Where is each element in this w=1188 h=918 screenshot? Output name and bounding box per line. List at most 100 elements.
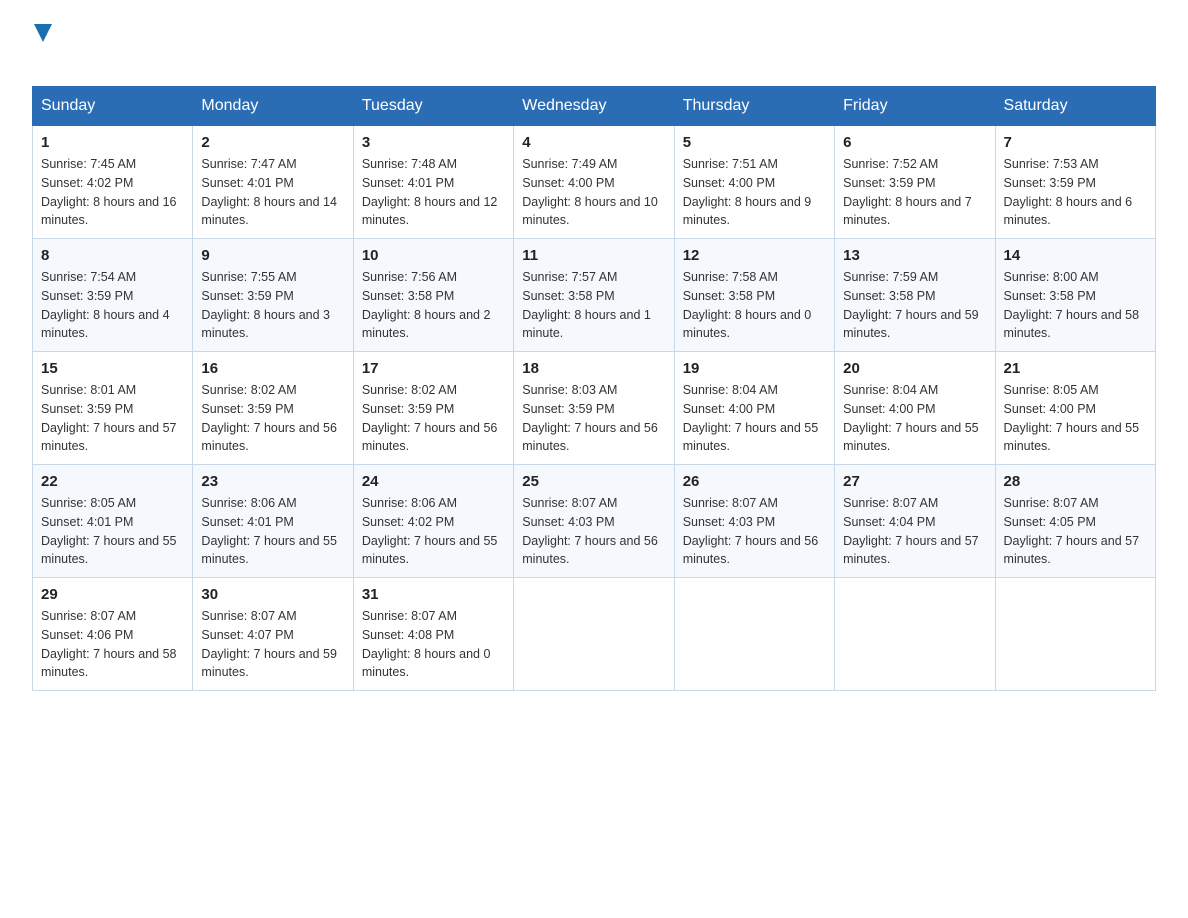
calendar-week-row: 8 Sunrise: 7:54 AM Sunset: 3:59 PM Dayli…: [33, 239, 1156, 352]
calendar-cell: 13 Sunrise: 7:59 AM Sunset: 3:58 PM Dayl…: [835, 239, 995, 352]
day-number: 24: [362, 473, 505, 490]
day-info: Sunrise: 7:52 AM Sunset: 3:59 PM Dayligh…: [843, 155, 986, 230]
day-number: 14: [1004, 247, 1147, 264]
day-number: 2: [201, 134, 344, 151]
day-number: 13: [843, 247, 986, 264]
day-info: Sunrise: 8:02 AM Sunset: 3:59 PM Dayligh…: [362, 381, 505, 456]
calendar-cell: 30 Sunrise: 8:07 AM Sunset: 4:07 PM Dayl…: [193, 578, 353, 691]
day-number: 11: [522, 247, 665, 264]
day-info: Sunrise: 8:03 AM Sunset: 3:59 PM Dayligh…: [522, 381, 665, 456]
day-number: 9: [201, 247, 344, 264]
calendar-cell: 9 Sunrise: 7:55 AM Sunset: 3:59 PM Dayli…: [193, 239, 353, 352]
day-info: Sunrise: 8:02 AM Sunset: 3:59 PM Dayligh…: [201, 381, 344, 456]
day-number: 16: [201, 360, 344, 377]
calendar-week-row: 15 Sunrise: 8:01 AM Sunset: 3:59 PM Dayl…: [33, 352, 1156, 465]
calendar-cell: 29 Sunrise: 8:07 AM Sunset: 4:06 PM Dayl…: [33, 578, 193, 691]
day-number: 12: [683, 247, 826, 264]
calendar-cell: 17 Sunrise: 8:02 AM Sunset: 3:59 PM Dayl…: [353, 352, 513, 465]
calendar-cell: 12 Sunrise: 7:58 AM Sunset: 3:58 PM Dayl…: [674, 239, 834, 352]
day-number: 7: [1004, 134, 1147, 151]
calendar-cell: 1 Sunrise: 7:45 AM Sunset: 4:02 PM Dayli…: [33, 126, 193, 239]
day-info: Sunrise: 8:07 AM Sunset: 4:03 PM Dayligh…: [683, 494, 826, 569]
day-number: 27: [843, 473, 986, 490]
calendar-cell: 15 Sunrise: 8:01 AM Sunset: 3:59 PM Dayl…: [33, 352, 193, 465]
day-info: Sunrise: 7:53 AM Sunset: 3:59 PM Dayligh…: [1004, 155, 1147, 230]
weekday-header-tuesday: Tuesday: [353, 87, 513, 126]
day-info: Sunrise: 8:01 AM Sunset: 3:59 PM Dayligh…: [41, 381, 184, 456]
calendar-cell: 24 Sunrise: 8:06 AM Sunset: 4:02 PM Dayl…: [353, 465, 513, 578]
calendar-cell: 18 Sunrise: 8:03 AM Sunset: 3:59 PM Dayl…: [514, 352, 674, 465]
day-number: 21: [1004, 360, 1147, 377]
day-info: Sunrise: 7:59 AM Sunset: 3:58 PM Dayligh…: [843, 268, 986, 343]
day-info: Sunrise: 8:07 AM Sunset: 4:06 PM Dayligh…: [41, 607, 184, 682]
calendar-body: 1 Sunrise: 7:45 AM Sunset: 4:02 PM Dayli…: [33, 126, 1156, 691]
day-number: 4: [522, 134, 665, 151]
calendar-cell: 14 Sunrise: 8:00 AM Sunset: 3:58 PM Dayl…: [995, 239, 1155, 352]
calendar-cell: 19 Sunrise: 8:04 AM Sunset: 4:00 PM Dayl…: [674, 352, 834, 465]
day-info: Sunrise: 7:54 AM Sunset: 3:59 PM Dayligh…: [41, 268, 184, 343]
calendar-cell: 20 Sunrise: 8:04 AM Sunset: 4:00 PM Dayl…: [835, 352, 995, 465]
day-number: 25: [522, 473, 665, 490]
calendar-cell: 31 Sunrise: 8:07 AM Sunset: 4:08 PM Dayl…: [353, 578, 513, 691]
day-info: Sunrise: 8:04 AM Sunset: 4:00 PM Dayligh…: [843, 381, 986, 456]
day-info: Sunrise: 8:07 AM Sunset: 4:03 PM Dayligh…: [522, 494, 665, 569]
day-info: Sunrise: 8:07 AM Sunset: 4:05 PM Dayligh…: [1004, 494, 1147, 569]
day-info: Sunrise: 8:07 AM Sunset: 4:07 PM Dayligh…: [201, 607, 344, 682]
day-info: Sunrise: 7:45 AM Sunset: 4:02 PM Dayligh…: [41, 155, 184, 230]
weekday-header-monday: Monday: [193, 87, 353, 126]
weekday-header-sunday: Sunday: [33, 87, 193, 126]
weekday-header-saturday: Saturday: [995, 87, 1155, 126]
page-header: [32, 24, 1156, 66]
calendar-week-row: 22 Sunrise: 8:05 AM Sunset: 4:01 PM Dayl…: [33, 465, 1156, 578]
calendar-cell: 8 Sunrise: 7:54 AM Sunset: 3:59 PM Dayli…: [33, 239, 193, 352]
calendar-cell: 6 Sunrise: 7:52 AM Sunset: 3:59 PM Dayli…: [835, 126, 995, 239]
day-info: Sunrise: 8:05 AM Sunset: 4:00 PM Dayligh…: [1004, 381, 1147, 456]
weekday-header-wednesday: Wednesday: [514, 87, 674, 126]
day-number: 29: [41, 586, 184, 603]
day-info: Sunrise: 7:49 AM Sunset: 4:00 PM Dayligh…: [522, 155, 665, 230]
calendar-cell: [995, 578, 1155, 691]
calendar-cell: [835, 578, 995, 691]
calendar-cell: 11 Sunrise: 7:57 AM Sunset: 3:58 PM Dayl…: [514, 239, 674, 352]
day-info: Sunrise: 7:51 AM Sunset: 4:00 PM Dayligh…: [683, 155, 826, 230]
calendar-cell: 27 Sunrise: 8:07 AM Sunset: 4:04 PM Dayl…: [835, 465, 995, 578]
calendar-cell: [674, 578, 834, 691]
day-number: 10: [362, 247, 505, 264]
day-number: 28: [1004, 473, 1147, 490]
calendar-cell: 2 Sunrise: 7:47 AM Sunset: 4:01 PM Dayli…: [193, 126, 353, 239]
calendar-cell: 10 Sunrise: 7:56 AM Sunset: 3:58 PM Dayl…: [353, 239, 513, 352]
calendar-cell: 26 Sunrise: 8:07 AM Sunset: 4:03 PM Dayl…: [674, 465, 834, 578]
weekday-header-thursday: Thursday: [674, 87, 834, 126]
day-info: Sunrise: 8:07 AM Sunset: 4:04 PM Dayligh…: [843, 494, 986, 569]
day-number: 18: [522, 360, 665, 377]
day-number: 5: [683, 134, 826, 151]
day-number: 30: [201, 586, 344, 603]
calendar-cell: 23 Sunrise: 8:06 AM Sunset: 4:01 PM Dayl…: [193, 465, 353, 578]
calendar-cell: 4 Sunrise: 7:49 AM Sunset: 4:00 PM Dayli…: [514, 126, 674, 239]
day-info: Sunrise: 8:06 AM Sunset: 4:01 PM Dayligh…: [201, 494, 344, 569]
calendar-cell: 3 Sunrise: 7:48 AM Sunset: 4:01 PM Dayli…: [353, 126, 513, 239]
logo: [32, 24, 52, 66]
day-number: 15: [41, 360, 184, 377]
day-info: Sunrise: 8:06 AM Sunset: 4:02 PM Dayligh…: [362, 494, 505, 569]
calendar-cell: 16 Sunrise: 8:02 AM Sunset: 3:59 PM Dayl…: [193, 352, 353, 465]
day-number: 22: [41, 473, 184, 490]
calendar-week-row: 1 Sunrise: 7:45 AM Sunset: 4:02 PM Dayli…: [33, 126, 1156, 239]
calendar-week-row: 29 Sunrise: 8:07 AM Sunset: 4:06 PM Dayl…: [33, 578, 1156, 691]
day-number: 31: [362, 586, 505, 603]
weekday-header-row: SundayMondayTuesdayWednesdayThursdayFrid…: [33, 87, 1156, 126]
day-info: Sunrise: 7:47 AM Sunset: 4:01 PM Dayligh…: [201, 155, 344, 230]
calendar-cell: 7 Sunrise: 7:53 AM Sunset: 3:59 PM Dayli…: [995, 126, 1155, 239]
day-info: Sunrise: 7:58 AM Sunset: 3:58 PM Dayligh…: [683, 268, 826, 343]
day-number: 3: [362, 134, 505, 151]
day-number: 17: [362, 360, 505, 377]
day-number: 6: [843, 134, 986, 151]
day-number: 23: [201, 473, 344, 490]
day-number: 8: [41, 247, 184, 264]
calendar-cell: [514, 578, 674, 691]
day-info: Sunrise: 8:04 AM Sunset: 4:00 PM Dayligh…: [683, 381, 826, 456]
day-info: Sunrise: 7:48 AM Sunset: 4:01 PM Dayligh…: [362, 155, 505, 230]
weekday-header-friday: Friday: [835, 87, 995, 126]
day-info: Sunrise: 7:56 AM Sunset: 3:58 PM Dayligh…: [362, 268, 505, 343]
day-info: Sunrise: 8:07 AM Sunset: 4:08 PM Dayligh…: [362, 607, 505, 682]
